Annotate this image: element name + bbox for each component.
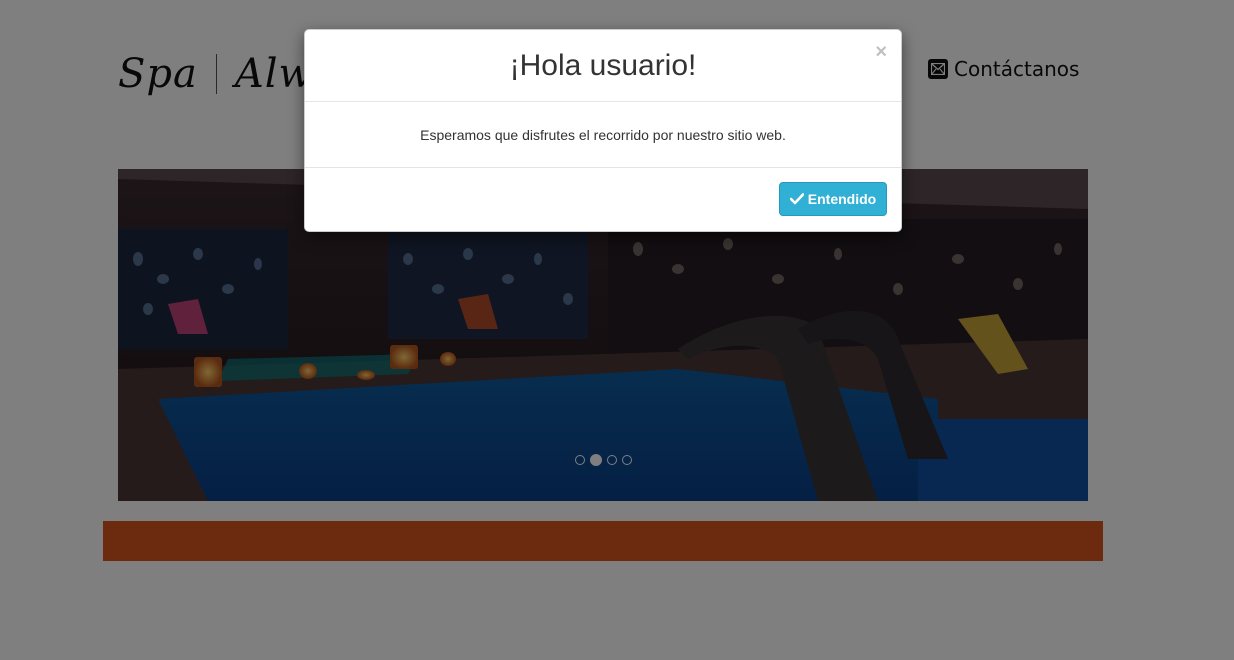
understood-button[interactable]: Entendido	[779, 182, 887, 216]
modal-message: Esperamos que disfrutes el recorrido por…	[420, 127, 786, 143]
understood-button-label: Entendido	[807, 191, 877, 207]
modal-body: Esperamos que disfrutes el recorrido por…	[305, 102, 901, 168]
modal-header: ¡Hola usuario! ×	[305, 30, 901, 102]
close-button[interactable]: ×	[875, 42, 887, 62]
modal-footer: Entendido	[305, 168, 901, 231]
modal-title: ¡Hola usuario!	[509, 49, 697, 82]
check-icon	[789, 193, 804, 205]
welcome-modal: ¡Hola usuario! × Esperamos que disfrutes…	[304, 29, 902, 232]
